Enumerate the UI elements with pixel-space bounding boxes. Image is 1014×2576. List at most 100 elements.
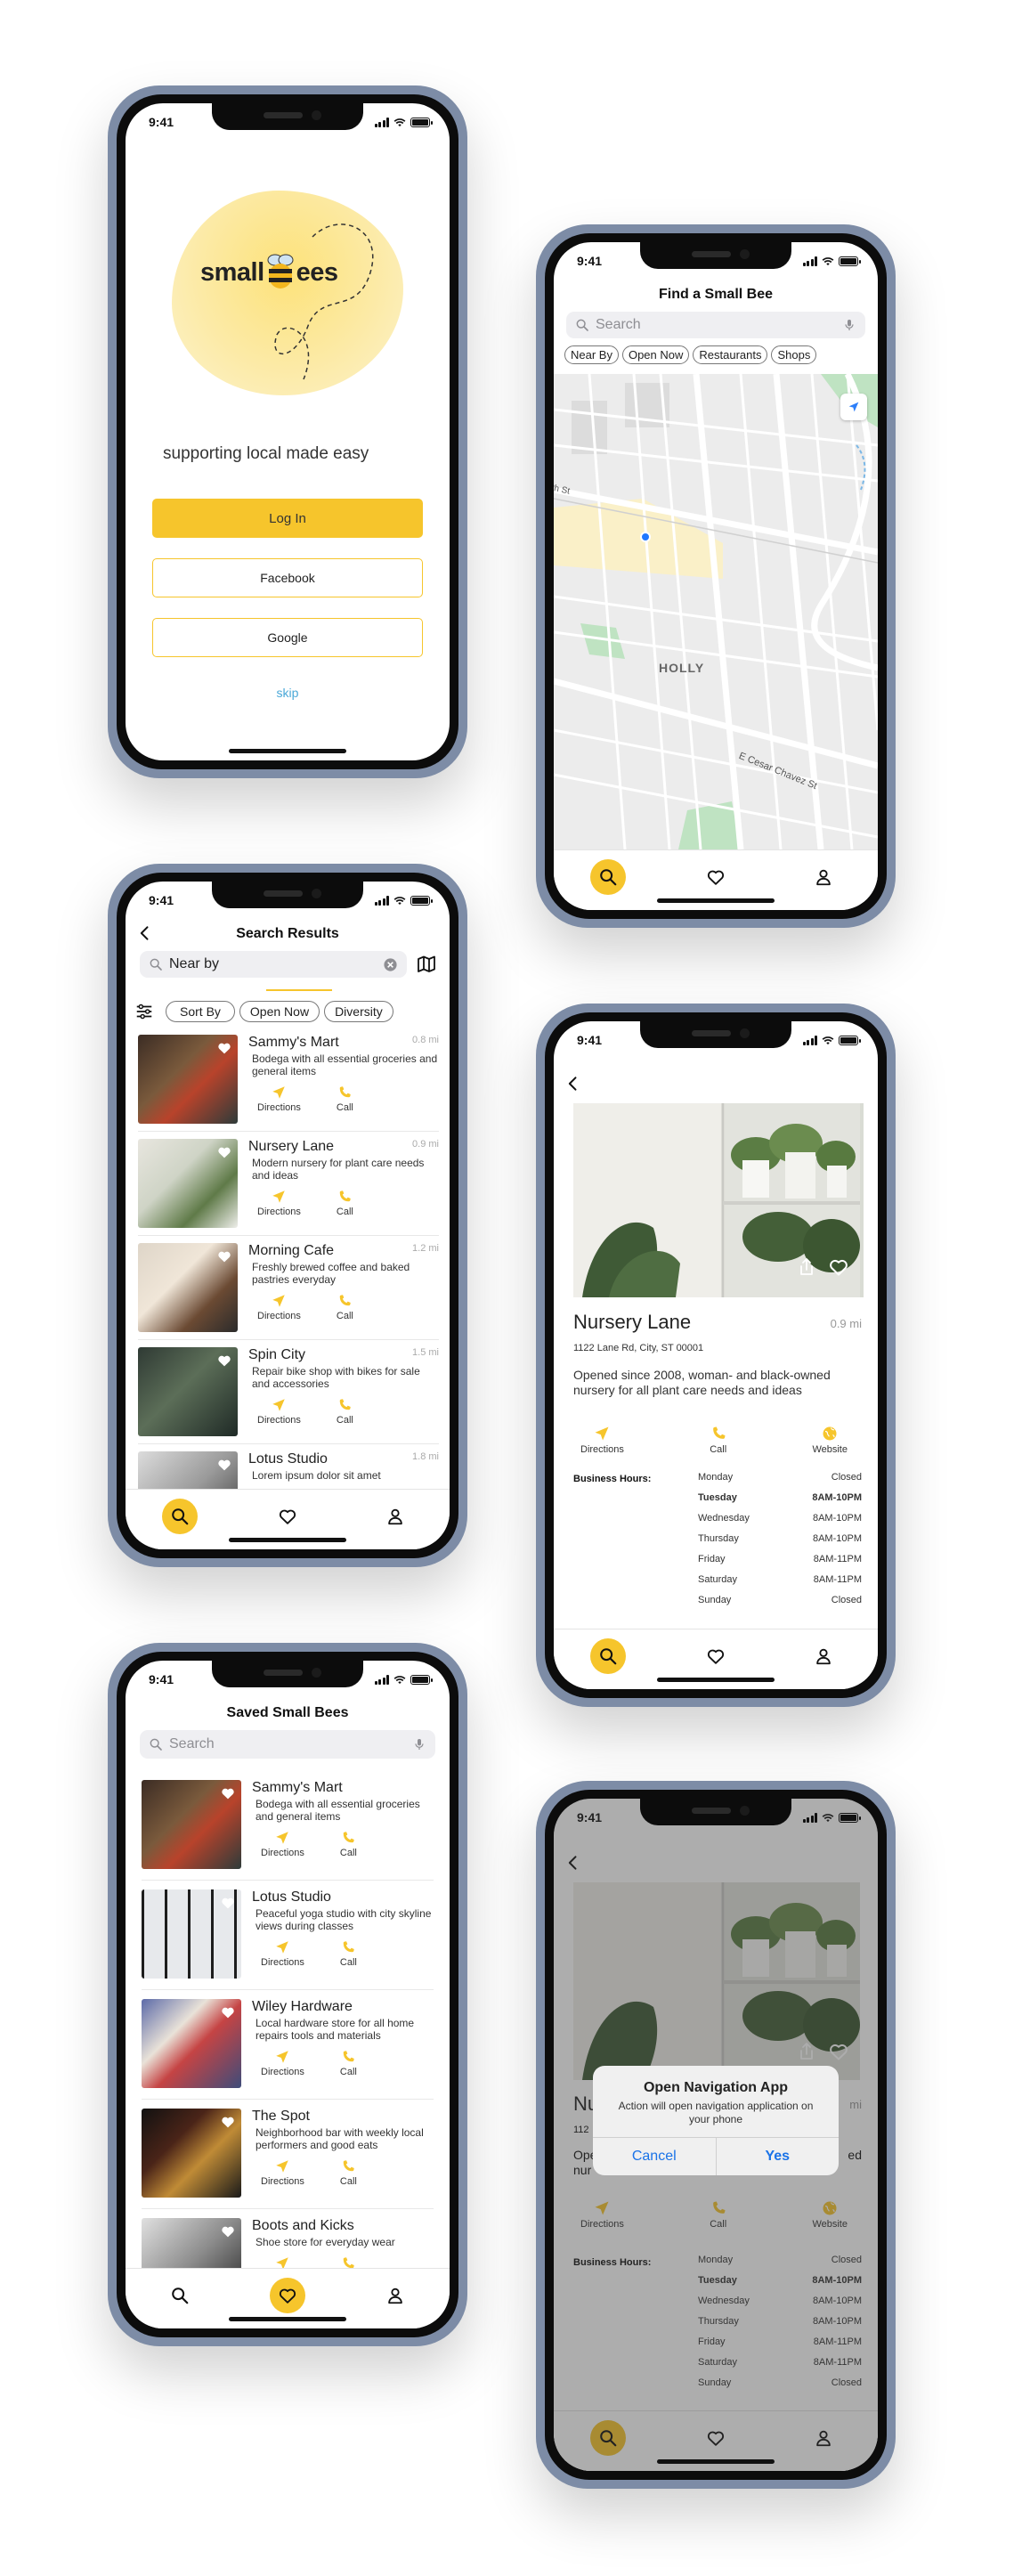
detail-screen: 9:41 Nursery Lane 0.9 mi 1122 Lane Rd, C…: [554, 1021, 878, 1689]
search-input[interactable]: Search: [140, 1730, 435, 1759]
search-input[interactable]: Near by: [140, 951, 407, 978]
heart-icon[interactable]: [828, 1256, 849, 1278]
directions-button[interactable]: Directions: [261, 1830, 304, 1858]
directions-button[interactable]: Directions: [261, 2158, 304, 2187]
heart-icon[interactable]: [216, 1144, 232, 1160]
list-item[interactable]: The Spot Neighborhood bar with weekly loc…: [142, 2100, 434, 2209]
heart-icon[interactable]: [220, 2114, 236, 2130]
list-item[interactable]: Sammy's Mart Bodega with all essential gr…: [142, 1771, 434, 1881]
home-indicator: [229, 1538, 346, 1542]
tab-saved[interactable]: [269, 2278, 305, 2313]
phone-icon: [337, 1189, 353, 1205]
status-time: 9:41: [577, 1033, 603, 1047]
call-button[interactable]: Call: [710, 1425, 727, 1455]
home-indicator: [657, 898, 775, 903]
google-button[interactable]: Google: [152, 618, 423, 657]
website-label: Website: [812, 1444, 848, 1455]
directions-button[interactable]: Directions: [261, 2255, 304, 2268]
heart-icon[interactable]: [216, 1353, 232, 1369]
home-indicator: [229, 749, 346, 753]
call-label: Call: [336, 1415, 353, 1426]
tab-saved[interactable]: [698, 1638, 734, 1674]
search-input[interactable]: Search: [566, 312, 865, 338]
list-item[interactable]: Boots and Kicks Shoe store for everyday w…: [142, 2209, 434, 2268]
search-icon: [149, 957, 163, 971]
directions-button[interactable]: Directions: [580, 1425, 624, 1455]
tab-profile[interactable]: [377, 1499, 413, 1534]
directions-label: Directions: [257, 1415, 301, 1426]
list-item[interactable]: Lotus Studio Peaceful yoga studio with ci…: [142, 1881, 434, 1990]
chip-diversity[interactable]: Diversity: [324, 1001, 393, 1022]
chip-open-now[interactable]: Open Now: [621, 345, 690, 364]
list-item[interactable]: Morning Cafe Freshly brewed coffee and ba…: [138, 1236, 439, 1340]
chip-open-now[interactable]: Open Now: [239, 1001, 320, 1022]
tab-profile[interactable]: [806, 1638, 841, 1674]
tab-saved[interactable]: [698, 859, 734, 895]
facebook-button[interactable]: Facebook: [152, 558, 423, 597]
heart-icon[interactable]: [220, 1785, 236, 1801]
yes-button[interactable]: Yes: [717, 2138, 840, 2175]
directions-button[interactable]: Directions: [261, 1939, 304, 1968]
cancel-button[interactable]: Cancel: [593, 2138, 717, 2175]
tab-search[interactable]: [589, 1638, 626, 1674]
directions-button[interactable]: Directions: [261, 2049, 304, 2077]
business-photo: [142, 1889, 241, 1979]
home-indicator: [229, 2317, 346, 2321]
call-button[interactable]: Call: [340, 1830, 357, 1858]
website-button[interactable]: Website: [812, 1425, 848, 1455]
share-icon[interactable]: [796, 1256, 817, 1278]
chip-shops[interactable]: Shops: [771, 345, 817, 364]
call-button[interactable]: Call: [340, 2255, 357, 2268]
tab-search[interactable]: [161, 1499, 198, 1534]
heart-icon[interactable]: [220, 1895, 236, 1911]
heart-icon[interactable]: [220, 2223, 236, 2239]
list-item[interactable]: Nursery Lane Modern nursery for plant car…: [138, 1132, 439, 1236]
heart-icon[interactable]: [216, 1248, 232, 1264]
chip-near-by[interactable]: Near By: [564, 345, 619, 364]
list-item[interactable]: Wiley Hardware Local hardware store for a…: [142, 1990, 434, 2100]
tab-search[interactable]: [589, 859, 626, 895]
call-label: Call: [339, 2176, 357, 2187]
directions-button[interactable]: Directions: [257, 1397, 301, 1426]
locate-button[interactable]: [840, 394, 867, 420]
call-button[interactable]: Call: [337, 1293, 353, 1321]
tab-profile[interactable]: [806, 859, 841, 895]
map-view[interactable]: HOLLY E Cesar Chavez St 5th St: [554, 374, 878, 849]
login-button[interactable]: Log In: [152, 499, 423, 538]
call-button[interactable]: Call: [337, 1189, 353, 1217]
call-button[interactable]: Call: [340, 2158, 357, 2187]
list-item[interactable]: Sammy's Mart Bodega with all essential gr…: [138, 1028, 439, 1132]
call-button[interactable]: Call: [340, 2049, 357, 2077]
skip-link[interactable]: skip: [126, 686, 450, 700]
results-list: Sammy's Mart Bodega with all essential gr…: [138, 1028, 439, 1489]
mic-icon[interactable]: [412, 1737, 426, 1751]
saved-list: Sammy's Mart Bodega with all essential gr…: [142, 1771, 434, 2268]
call-button[interactable]: Call: [340, 1939, 357, 1968]
heart-icon[interactable]: [216, 1457, 232, 1473]
call-button[interactable]: Call: [337, 1085, 353, 1113]
map-icon[interactable]: [416, 954, 437, 975]
tab-profile[interactable]: [377, 2278, 413, 2313]
call-button[interactable]: Call: [337, 1397, 353, 1426]
list-item[interactable]: Spin City Repair bike shop with bikes for…: [138, 1340, 439, 1444]
chip-restaurants[interactable]: Restaurants: [693, 345, 768, 364]
mic-icon[interactable]: [842, 318, 856, 332]
clear-icon[interactable]: [383, 957, 398, 972]
heart-icon[interactable]: [216, 1040, 232, 1056]
business-description: Shoe store for everyday wear: [256, 2236, 395, 2248]
list-item[interactable]: Lotus StudioLorem ipsum dolor sit ametDi…: [138, 1444, 439, 1489]
tab-search[interactable]: [162, 2278, 198, 2313]
directions-button[interactable]: Directions: [257, 1293, 301, 1321]
chip-sort-by[interactable]: Sort By: [166, 1001, 235, 1022]
business-distance: 1.8 mi: [412, 1451, 439, 1462]
phone-saved: 9:41 Saved Small Bees Search Sammy's Mar…: [108, 1643, 467, 2346]
business-name: The Spot: [252, 2109, 310, 2124]
tab-saved[interactable]: [270, 1499, 305, 1534]
phone-results: 9:41 Search Results Near by Sort By Open…: [108, 864, 467, 1567]
directions-button[interactable]: Directions: [257, 1189, 301, 1217]
business-distance: 1.2 mi: [412, 1243, 439, 1254]
directions-button[interactable]: Directions: [257, 1085, 301, 1113]
back-icon[interactable]: [564, 1075, 582, 1093]
filter-icon[interactable]: [134, 1002, 154, 1021]
heart-icon[interactable]: [220, 2004, 236, 2020]
